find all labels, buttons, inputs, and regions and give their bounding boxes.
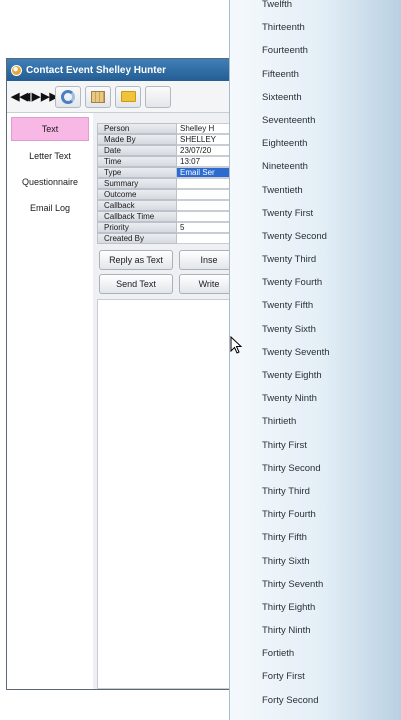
dropdown-option[interactable]: Twenty Eighth: [230, 364, 401, 387]
toolbar: ◀◀ ◀ ▶ ▶▶: [7, 81, 245, 113]
field-label: Outcome: [97, 189, 177, 200]
tab-email-log[interactable]: Email Log: [11, 197, 89, 219]
dropdown-option[interactable]: Thirty Third: [230, 480, 401, 503]
send-text-button[interactable]: Send Text: [99, 274, 173, 294]
field-row-time: Time 13:07: [97, 156, 245, 167]
toolbar-button-partial[interactable]: [145, 85, 171, 108]
window-title: Contact Event Shelley Hunter: [26, 64, 167, 76]
dropdown-option[interactable]: Nineteenth: [230, 155, 401, 178]
folder-button[interactable]: [115, 85, 141, 108]
dropdown-option[interactable]: Twenty Sixth: [230, 318, 401, 341]
dropdown-option[interactable]: Forty Second: [230, 689, 401, 712]
first-record-icon[interactable]: ◀◀: [11, 90, 28, 103]
dropdown-option[interactable]: Thirtieth: [230, 410, 401, 433]
field-label: Date: [97, 145, 177, 156]
dropdown-option[interactable]: Thirty First: [230, 434, 401, 457]
refresh-icon: [61, 89, 75, 104]
app-icon: [11, 64, 22, 76]
previous-record-icon[interactable]: ◀: [21, 90, 31, 103]
grid-icon: [91, 90, 105, 103]
field-label: Time: [97, 156, 177, 167]
field-row-callback-time: Callback Time: [97, 211, 245, 222]
grid-button[interactable]: [85, 85, 111, 108]
dropdown-option[interactable]: Twenty Seventh: [230, 341, 401, 364]
next-record-icon[interactable]: ▶: [31, 90, 41, 103]
dropdown-option[interactable]: Twenty Second: [230, 225, 401, 248]
dropdown-option[interactable]: Seventeenth: [230, 109, 401, 132]
field-label: Priority: [97, 222, 177, 233]
dropdown-option[interactable]: Sixteenth: [230, 86, 401, 109]
field-row-callback: Callback: [97, 200, 245, 211]
dropdown-option[interactable]: Fourteenth: [230, 39, 401, 62]
dropdown-option[interactable]: Eighteenth: [230, 132, 401, 155]
dropdown-option[interactable]: Thirty Seventh: [230, 573, 401, 596]
message-text-area[interactable]: [97, 299, 245, 689]
field-label: Callback: [97, 200, 177, 211]
dropdown-option[interactable]: Fortieth: [230, 642, 401, 665]
dropdown-option[interactable]: Thirty Fourth: [230, 503, 401, 526]
side-tabs: Text Letter Text Questionnaire Email Log: [7, 113, 94, 689]
dropdown-option[interactable]: Twenty First: [230, 202, 401, 225]
field-row-type: Type Email Ser: [97, 167, 245, 178]
field-row-made-by: Made By SHELLEY: [97, 134, 245, 145]
dropdown-option[interactable]: Twenty Ninth: [230, 387, 401, 410]
tab-questionnaire[interactable]: Questionnaire: [11, 171, 89, 193]
tab-letter-text[interactable]: Letter Text: [11, 145, 89, 167]
field-label: Callback Time: [97, 211, 177, 222]
title-bar[interactable]: Contact Event Shelley Hunter: [7, 59, 245, 81]
field-row-date: Date 23/07/20: [97, 145, 245, 156]
contact-event-window: Contact Event Shelley Hunter ◀◀ ◀ ▶ ▶▶ T…: [6, 58, 246, 690]
field-label: Summary: [97, 178, 177, 189]
dropdown-option[interactable]: Twentieth: [230, 179, 401, 202]
field-row-priority: Priority 5: [97, 222, 245, 233]
event-form: Person Shelley H Made By SHELLEY Date 23…: [93, 113, 245, 689]
dropdown-option[interactable]: Twenty Fourth: [230, 271, 401, 294]
field-row-created-by: Created By: [97, 233, 245, 244]
dropdown-option[interactable]: Twenty Fifth: [230, 294, 401, 317]
field-row-person: Person Shelley H: [97, 123, 245, 134]
dropdown-option[interactable]: Fifteenth: [230, 63, 401, 86]
dropdown-option[interactable]: Thirty Fifth: [230, 526, 401, 549]
dropdown-option[interactable]: Thirteenth: [230, 16, 401, 39]
dropdown-option[interactable]: Twelfth: [230, 0, 401, 16]
tab-text[interactable]: Text: [11, 117, 89, 141]
dropdown-option[interactable]: Twenty Third: [230, 248, 401, 271]
dropdown-option[interactable]: Thirty Second: [230, 457, 401, 480]
field-row-summary: Summary: [97, 178, 245, 189]
field-label: Made By: [97, 134, 177, 145]
dropdown-option[interactable]: Thirty Eighth: [230, 596, 401, 619]
field-label: Created By: [97, 233, 177, 244]
last-record-icon[interactable]: ▶▶: [41, 90, 58, 103]
dropdown-options: Twelfth Thirteenth Fourteenth Fifteenth Sixt…: [230, 0, 401, 712]
field-row-outcome: Outcome: [97, 189, 245, 200]
mouse-pointer-icon: [230, 336, 242, 354]
folder-icon: [120, 91, 136, 102]
dropdown-option[interactable]: Thirty Sixth: [230, 550, 401, 573]
refresh-button[interactable]: [55, 85, 81, 108]
field-label: Type: [97, 167, 177, 178]
dropdown-option[interactable]: Forty First: [230, 665, 401, 688]
type-dropdown-list[interactable]: Twelfth Thirteenth Fourteenth Fifteenth Sixt…: [229, 0, 401, 720]
dropdown-option[interactable]: Thirty Ninth: [230, 619, 401, 642]
reply-as-text-button[interactable]: Reply as Text: [99, 250, 173, 270]
field-label: Person: [97, 123, 177, 134]
